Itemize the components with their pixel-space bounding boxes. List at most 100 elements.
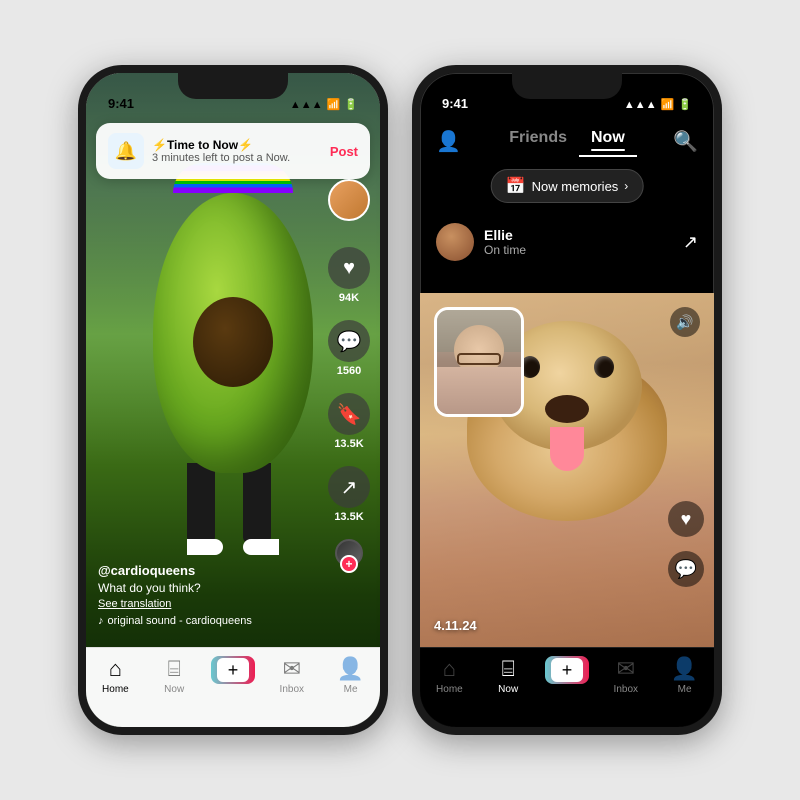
share-post-icon[interactable]: ↗ <box>683 232 698 253</box>
battery-icon-1: 🔋 <box>344 98 358 111</box>
nav-me[interactable]: 👤 Me <box>326 656 376 695</box>
shoe-left <box>187 539 223 555</box>
video-info: @cardioqueens What do you think? See tra… <box>98 563 310 627</box>
search-icon-2[interactable]: 🔍 <box>673 129 698 154</box>
like-icon: ♥ <box>328 247 370 289</box>
signal-icon-1: ▲▲▲ <box>290 99 323 111</box>
avocado-pit <box>193 297 273 387</box>
add-friend-icon[interactable]: 👤 <box>436 129 461 154</box>
me-label-2: Me <box>678 684 692 695</box>
volume-icon[interactable]: 🔊 <box>670 307 700 337</box>
video-sound-info: ♪ original sound - cardioqueens <box>98 615 310 627</box>
creator-avatar <box>328 179 370 221</box>
calendar-icon: 📅 <box>506 176 526 196</box>
dog-tongue <box>550 427 584 471</box>
plus-button[interactable]: + <box>211 656 255 684</box>
plus-icon-2: + <box>562 660 573 681</box>
status-icons-2: ▲▲▲ 📶 🔋 <box>624 98 692 111</box>
see-translation-link[interactable]: See translation <box>98 598 310 610</box>
photo-comment-button[interactable]: 💬 <box>668 551 704 587</box>
friend-post-section: Ellie On time ↗ <box>420 213 714 647</box>
active-tab-underline <box>591 149 625 151</box>
bookmark-icon: 🔖 <box>328 393 370 435</box>
photo-area: 🔊 4.11.24 ♥ 💬 <box>420 293 714 647</box>
video-description: What do you think? <box>98 581 310 595</box>
me-label: Me <box>344 684 358 695</box>
avocado-figure <box>133 153 333 593</box>
nav-tabs: Friends Now <box>497 125 637 157</box>
comment-icon: 💬 <box>328 320 370 362</box>
shoe-right <box>243 539 279 555</box>
avocado-body <box>153 193 313 473</box>
notif-title: ⚡Time to Now⚡ <box>152 138 322 152</box>
friend-info: Ellie On time <box>436 223 526 261</box>
selfie-person <box>437 310 521 414</box>
dog-nose <box>545 395 589 423</box>
nav-plus-2[interactable]: + <box>542 656 592 684</box>
share-icon: ↗ <box>328 466 370 508</box>
inbox-icon-2: ✉ <box>617 656 635 682</box>
wifi-icon-2: 📶 <box>661 98 675 111</box>
tab-now[interactable]: Now <box>579 125 637 157</box>
friend-name-block: Ellie On time <box>484 227 526 257</box>
bookmark-count: 13.5K <box>334 438 363 450</box>
nav-home-2[interactable]: ⌂ Home <box>424 656 474 695</box>
creator-avatar-btn[interactable]: + <box>328 179 370 221</box>
video-username: @cardioqueens <box>98 563 310 578</box>
leg-right <box>243 463 271 543</box>
friends-tab-label: Friends <box>509 129 567 146</box>
selfie-corner-photo <box>434 307 524 417</box>
chevron-right-icon: › <box>624 179 628 193</box>
nav-now-2[interactable]: ⌸ Now <box>483 656 533 695</box>
now-label-2: Now <box>498 684 518 695</box>
home-label: Home <box>102 684 129 695</box>
now-icon-2: ⌸ <box>502 656 515 682</box>
friend-name: Ellie <box>484 227 526 243</box>
phone-1: 9:41 ▲▲▲ 📶 🔋 <box>78 65 388 735</box>
wifi-icon-1: 📶 <box>327 98 341 111</box>
like-count: 94K <box>339 292 359 304</box>
top-nav-2: 👤 Friends Now 🔍 <box>420 117 714 165</box>
bookmark-button[interactable]: 🔖 13.5K <box>328 393 370 450</box>
home-label-2: Home <box>436 684 463 695</box>
friend-avatar <box>436 223 474 261</box>
follow-plus-icon: + <box>340 555 358 573</box>
notch-1 <box>178 73 288 99</box>
now-memories-button[interactable]: 📅 Now memories › <box>491 169 644 203</box>
like-button[interactable]: ♥ 94K <box>328 247 370 304</box>
comment-count: 1560 <box>337 365 361 377</box>
battery-icon-2: 🔋 <box>678 98 692 111</box>
share-count: 13.5K <box>334 511 363 523</box>
tab-friends[interactable]: Friends <box>497 125 579 157</box>
selfie-body <box>437 367 521 414</box>
post-now-button[interactable]: Post <box>330 144 358 159</box>
status-time-2: 9:41 <box>442 96 468 111</box>
action-buttons: + ♥ 94K 💬 1560 🔖 13.5K ↗ 13.5K <box>328 179 370 567</box>
nav-inbox[interactable]: ✉ Inbox <box>267 656 317 695</box>
me-icon: 👤 <box>337 656 364 682</box>
inbox-icon: ✉ <box>283 656 301 682</box>
sound-name: original sound - cardioqueens <box>108 615 252 627</box>
nav-inbox-2[interactable]: ✉ Inbox <box>601 656 651 695</box>
notification-banner[interactable]: 🔔 ⚡Time to Now⚡ 3 minutes left to post a… <box>96 123 370 179</box>
nav-me-2[interactable]: 👤 Me <box>660 656 710 695</box>
friend-header: Ellie On time ↗ <box>420 213 714 271</box>
phone-2: 9:41 ▲▲▲ 📶 🔋 👤 Friends Now 🔍 📅 Now memor… <box>412 65 722 735</box>
plus-button-2[interactable]: + <box>545 656 589 684</box>
me-icon-2: 👤 <box>671 656 698 682</box>
photo-like-button[interactable]: ♥ <box>668 501 704 537</box>
now-icon: ⌸ <box>168 656 181 682</box>
now-memories-label: Now memories <box>532 179 619 194</box>
nav-home[interactable]: ⌂ Home <box>90 656 140 695</box>
share-button[interactable]: ↗ 13.5K <box>328 466 370 523</box>
now-label: Now <box>164 684 184 695</box>
inbox-label: Inbox <box>280 684 304 695</box>
dog-eye-right <box>594 356 614 378</box>
comment-button[interactable]: 💬 1560 <box>328 320 370 377</box>
nav-plus[interactable]: + <box>208 656 258 684</box>
status-time-1: 9:41 <box>108 96 134 111</box>
inbox-label-2: Inbox <box>614 684 638 695</box>
nav-now[interactable]: ⌸ Now <box>149 656 199 695</box>
notif-bell-icon: 🔔 <box>108 133 144 169</box>
signal-icon-2: ▲▲▲ <box>624 99 657 111</box>
